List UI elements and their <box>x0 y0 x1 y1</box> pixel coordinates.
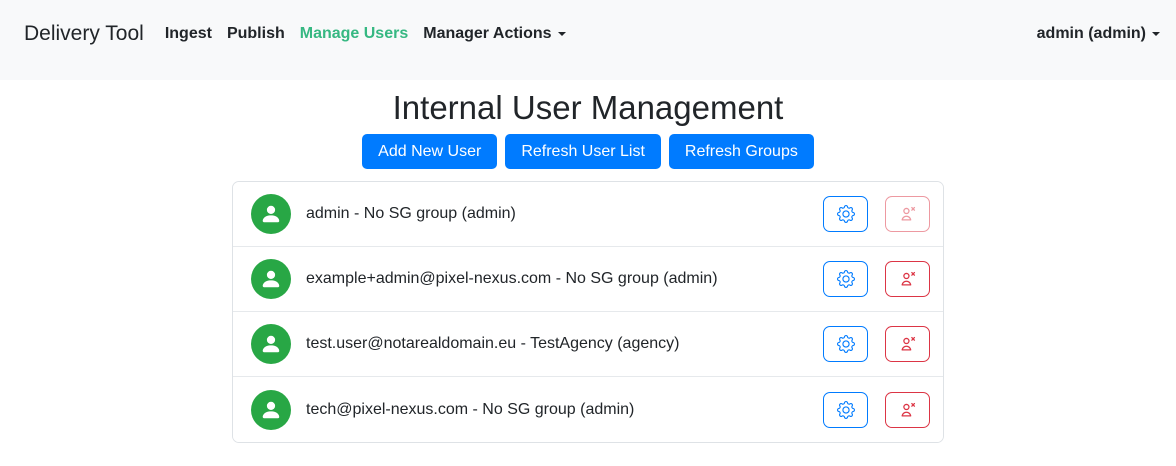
user-settings-button[interactable] <box>823 391 868 428</box>
person-icon <box>262 335 280 353</box>
person-x-icon <box>901 271 915 286</box>
user-avatar <box>251 194 291 234</box>
user-avatar <box>251 259 291 299</box>
person-icon <box>262 270 280 288</box>
nav-item-manager-actions[interactable]: Manager Actions <box>423 25 566 43</box>
gear-icon <box>836 270 855 288</box>
user-row-label: example+admin@pixel-nexus.com - No SG gr… <box>306 270 718 287</box>
gear-icon <box>836 400 855 419</box>
person-x-icon <box>901 206 915 221</box>
nav-item-manager-actions-label: Manager Actions <box>423 25 552 42</box>
refresh-groups-button[interactable]: Refresh Groups <box>668 134 814 169</box>
delete-user-button[interactable] <box>885 391 930 428</box>
user-row: admin - No SG group (admin) <box>233 182 943 247</box>
user-account-menu[interactable]: admin (admin) <box>1037 25 1160 43</box>
user-account-label: admin (admin) <box>1036 25 1146 42</box>
navbar: Delivery Tool Ingest Publish Manage User… <box>0 0 1176 80</box>
nav-item-manage-users[interactable]: Manage Users <box>300 25 409 43</box>
person-x-icon <box>901 336 915 351</box>
person-icon <box>262 401 280 418</box>
user-avatar <box>251 324 291 364</box>
user-row: test.user@notarealdomain.eu - TestAgency… <box>233 312 943 377</box>
gear-icon <box>836 335 855 353</box>
delete-user-button[interactable] <box>885 261 930 297</box>
page-title: Internal User Management <box>392 89 784 126</box>
user-row: example+admin@pixel-nexus.com - No SG gr… <box>233 247 943 312</box>
person-x-icon <box>901 402 915 416</box>
app-brand[interactable]: Delivery Tool <box>24 22 144 46</box>
delete-user-button <box>885 196 930 232</box>
refresh-user-list-button[interactable]: Refresh User List <box>505 134 661 169</box>
user-row-label: tech@pixel-nexus.com - No SG group (admi… <box>306 400 635 418</box>
user-row: tech@pixel-nexus.com - No SG group (admi… <box>233 377 943 442</box>
caret-down-icon <box>1152 32 1160 36</box>
user-row-label: test.user@notarealdomain.eu - TestAgency… <box>306 335 680 352</box>
nav-item-ingest[interactable]: Ingest <box>165 25 212 43</box>
user-list: admin - No SG group (admin) example+admi… <box>232 181 944 443</box>
user-avatar <box>251 389 291 430</box>
user-row-label: admin - No SG group (admin) <box>306 205 516 222</box>
nav-item-publish[interactable]: Publish <box>227 25 285 43</box>
person-icon <box>262 205 280 223</box>
add-new-user-button[interactable]: Add New User <box>362 134 498 169</box>
user-settings-button[interactable] <box>823 196 868 232</box>
user-settings-button[interactable] <box>823 326 868 362</box>
main-nav: Ingest Publish Manage Users Manager Acti… <box>165 25 566 43</box>
gear-icon <box>836 205 855 223</box>
caret-down-icon <box>557 32 566 36</box>
toolbar: Add New User Refresh User List Refresh G… <box>0 134 1176 169</box>
delete-user-button[interactable] <box>885 326 930 362</box>
user-settings-button[interactable] <box>823 261 868 297</box>
